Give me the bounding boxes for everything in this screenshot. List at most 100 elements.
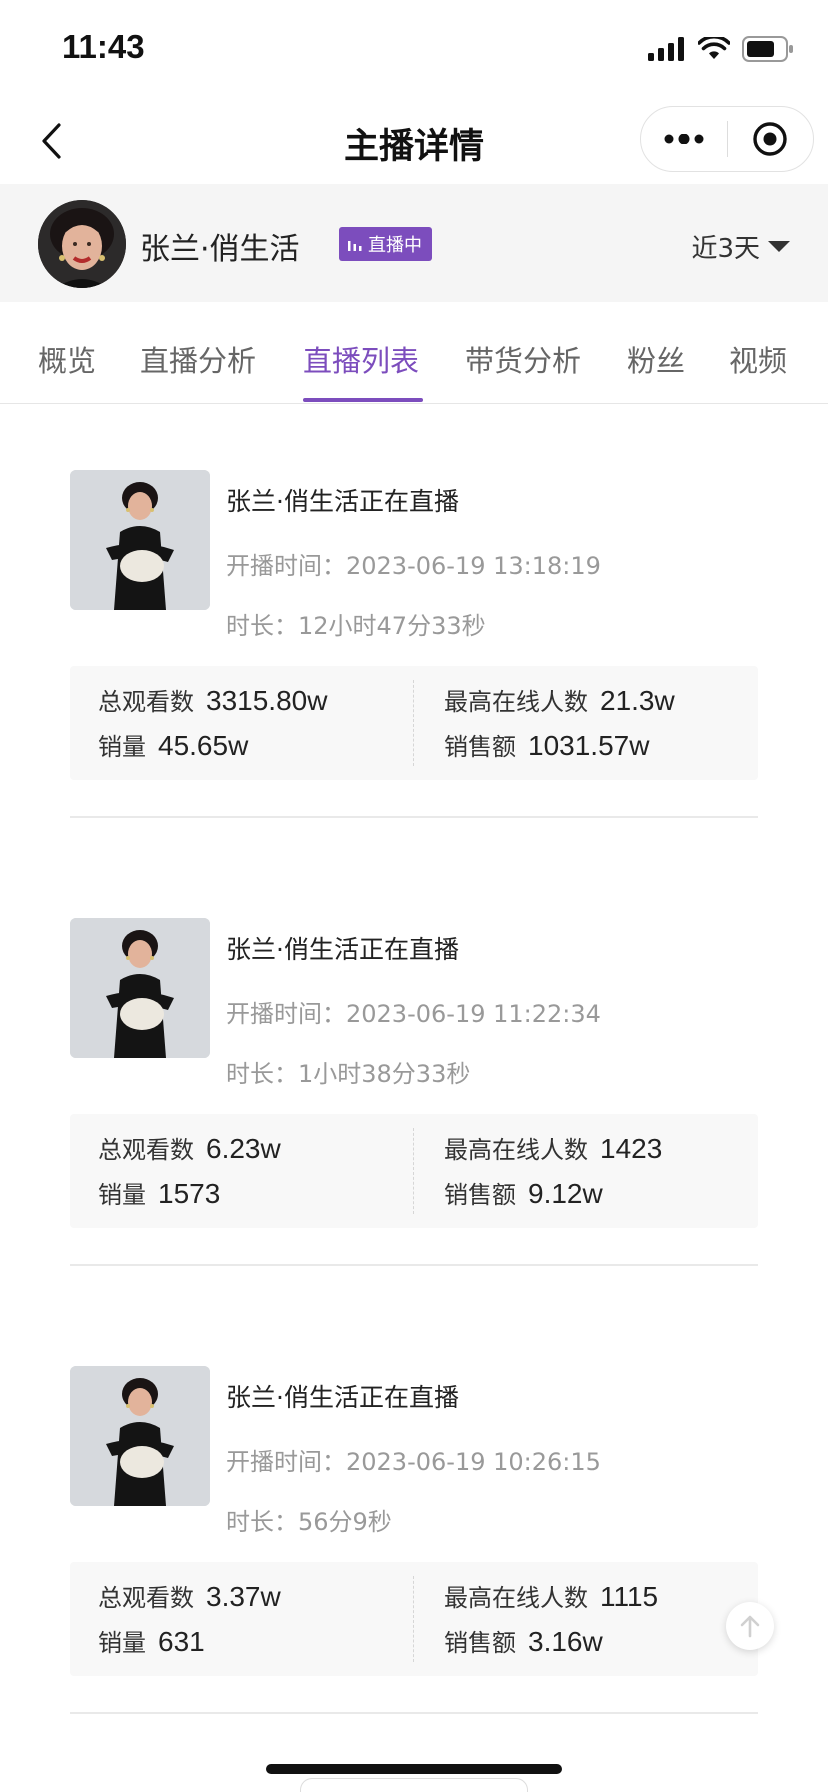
bottom-sheet-peek bbox=[300, 1778, 528, 1792]
stat-label: 总观看数 bbox=[98, 1136, 194, 1164]
avatar-image bbox=[38, 200, 126, 288]
stat-sales-amount: 销售额 9.12w bbox=[444, 1175, 603, 1210]
stat-value: 631 bbox=[158, 1626, 205, 1657]
live-duration: 时长：1小时38分33秒 bbox=[226, 1054, 470, 1089]
stat-total-views: 总观看数 3.37w bbox=[98, 1578, 281, 1613]
live-start-time: 开播时间：2023-06-19 11:22:34 bbox=[226, 994, 601, 1029]
more-button[interactable] bbox=[641, 107, 727, 171]
live-title: 张兰·俏生活正在直播 bbox=[226, 1383, 459, 1412]
live-duration: 时长：56分9秒 bbox=[226, 1502, 392, 1537]
live-stats-panel: 总观看数 6.23w 销量 1573 最高在线人数 1423 销售额 9.12w bbox=[70, 1114, 758, 1228]
stat-label: 总观看数 bbox=[98, 1584, 194, 1612]
stat-total-views: 总观看数 3315.80w bbox=[98, 682, 327, 717]
live-thumbnail[interactable] bbox=[70, 918, 210, 1058]
tab-videos[interactable]: 视频 bbox=[729, 338, 787, 380]
target-icon bbox=[753, 122, 787, 156]
duration-label: 时长： bbox=[226, 1060, 298, 1088]
stat-label: 销量 bbox=[98, 1181, 146, 1209]
stat-value: 9.12w bbox=[528, 1178, 603, 1209]
start-time-label: 开播时间： bbox=[226, 1000, 346, 1028]
live-start-time: 开播时间：2023-06-19 13:18:19 bbox=[226, 546, 601, 581]
stats-divider bbox=[413, 1128, 414, 1214]
tab-live-analysis[interactable]: 直播分析 bbox=[140, 338, 256, 380]
stat-peak-online: 最高在线人数 1115 bbox=[444, 1578, 658, 1613]
start-time-value: 2023-06-19 13:18:19 bbox=[346, 552, 601, 580]
stat-sales-volume: 销量 1573 bbox=[98, 1175, 220, 1210]
live-stats-panel: 总观看数 3.37w 销量 631 最高在线人数 1115 销售额 3.16w bbox=[70, 1562, 758, 1676]
stat-label: 销售额 bbox=[444, 733, 516, 761]
stat-value: 45.65w bbox=[158, 730, 249, 761]
duration-value: 12小时47分33秒 bbox=[298, 612, 486, 640]
tab-overview[interactable]: 概览 bbox=[38, 338, 96, 380]
stat-peak-online: 最高在线人数 1423 bbox=[444, 1130, 662, 1165]
stat-value: 6.23w bbox=[206, 1133, 281, 1164]
list-divider bbox=[70, 1264, 758, 1266]
nav-bar: 主播详情 bbox=[0, 96, 828, 184]
close-miniprogram-button[interactable] bbox=[728, 107, 814, 171]
start-time-label: 开播时间： bbox=[226, 1448, 346, 1476]
arrow-up-icon bbox=[740, 1615, 760, 1638]
stat-value: 1423 bbox=[600, 1133, 663, 1164]
tab-live-list[interactable]: 直播列表 bbox=[303, 338, 419, 380]
stat-total-views: 总观看数 6.23w bbox=[98, 1130, 281, 1165]
scroll-to-top-button[interactable] bbox=[726, 1602, 774, 1650]
status-time: 11:43 bbox=[62, 28, 145, 65]
live-title: 张兰·俏生活正在直播 bbox=[226, 487, 459, 516]
live-start-time: 开播时间：2023-06-19 10:26:15 bbox=[226, 1442, 601, 1477]
stat-label: 总观看数 bbox=[98, 688, 194, 716]
stat-label: 销量 bbox=[98, 733, 146, 761]
list-divider bbox=[70, 816, 758, 818]
live-thumbnail[interactable] bbox=[70, 1366, 210, 1506]
stat-sales-amount: 销售额 1031.57w bbox=[444, 727, 649, 762]
duration-label: 时长： bbox=[226, 1508, 298, 1536]
live-status-badge[interactable]: 直播中 bbox=[339, 227, 432, 261]
live-cover-image bbox=[70, 1366, 210, 1506]
stat-value: 3.16w bbox=[528, 1626, 603, 1657]
status-bar: 11:43 bbox=[0, 0, 828, 96]
period-label: 近3天 bbox=[691, 234, 760, 264]
bar-chart-icon bbox=[348, 241, 362, 251]
live-title: 张兰·俏生活正在直播 bbox=[226, 935, 459, 964]
home-indicator[interactable] bbox=[266, 1764, 562, 1774]
tab-fans[interactable]: 粉丝 bbox=[627, 338, 685, 380]
active-tab-indicator bbox=[303, 398, 423, 402]
stat-peak-online: 最高在线人数 21.3w bbox=[444, 682, 675, 717]
status-icons bbox=[648, 36, 794, 62]
anchor-header: 张兰·俏生活 直播中 近3天 bbox=[0, 184, 828, 302]
duration-value: 56分9秒 bbox=[298, 1508, 392, 1536]
stat-value: 1031.57w bbox=[528, 730, 650, 761]
stats-divider bbox=[413, 680, 414, 766]
list-divider bbox=[70, 1712, 758, 1714]
caret-down-icon bbox=[768, 240, 790, 252]
duration-label: 时长： bbox=[226, 612, 298, 640]
stat-value: 21.3w bbox=[600, 685, 675, 716]
stat-sales-amount: 销售额 3.16w bbox=[444, 1623, 603, 1658]
live-duration: 时长：12小时47分33秒 bbox=[226, 606, 486, 641]
anchor-name: 张兰·俏生活 bbox=[140, 232, 300, 267]
battery-icon bbox=[742, 36, 793, 62]
live-cover-image bbox=[70, 470, 210, 610]
avatar[interactable] bbox=[38, 200, 126, 288]
stat-value: 1573 bbox=[158, 1178, 221, 1209]
miniprogram-capsule bbox=[640, 106, 814, 172]
cellular-signal-icon bbox=[648, 37, 684, 61]
live-thumbnail[interactable] bbox=[70, 470, 210, 610]
stat-label: 最高在线人数 bbox=[444, 1136, 588, 1164]
stat-value: 3.37w bbox=[206, 1581, 281, 1612]
live-cover-image bbox=[70, 918, 210, 1058]
period-dropdown[interactable]: 近3天 bbox=[691, 228, 790, 265]
stat-value: 1115 bbox=[600, 1581, 659, 1612]
stat-label: 销量 bbox=[98, 1629, 146, 1657]
start-time-value: 2023-06-19 11:22:34 bbox=[346, 1000, 601, 1028]
start-time-value: 2023-06-19 10:26:15 bbox=[346, 1448, 601, 1476]
stat-sales-volume: 销量 631 bbox=[98, 1623, 205, 1658]
more-dots-icon bbox=[664, 134, 704, 144]
tab-sales-analysis[interactable]: 带货分析 bbox=[465, 338, 581, 380]
stat-label: 最高在线人数 bbox=[444, 688, 588, 716]
wifi-icon bbox=[698, 37, 730, 59]
duration-value: 1小时38分33秒 bbox=[298, 1060, 471, 1088]
stats-divider bbox=[413, 1576, 414, 1662]
stat-label: 销售额 bbox=[444, 1629, 516, 1657]
stat-value: 3315.80w bbox=[206, 685, 328, 716]
live-stats-panel: 总观看数 3315.80w 销量 45.65w 最高在线人数 21.3w 销售额… bbox=[70, 666, 758, 780]
